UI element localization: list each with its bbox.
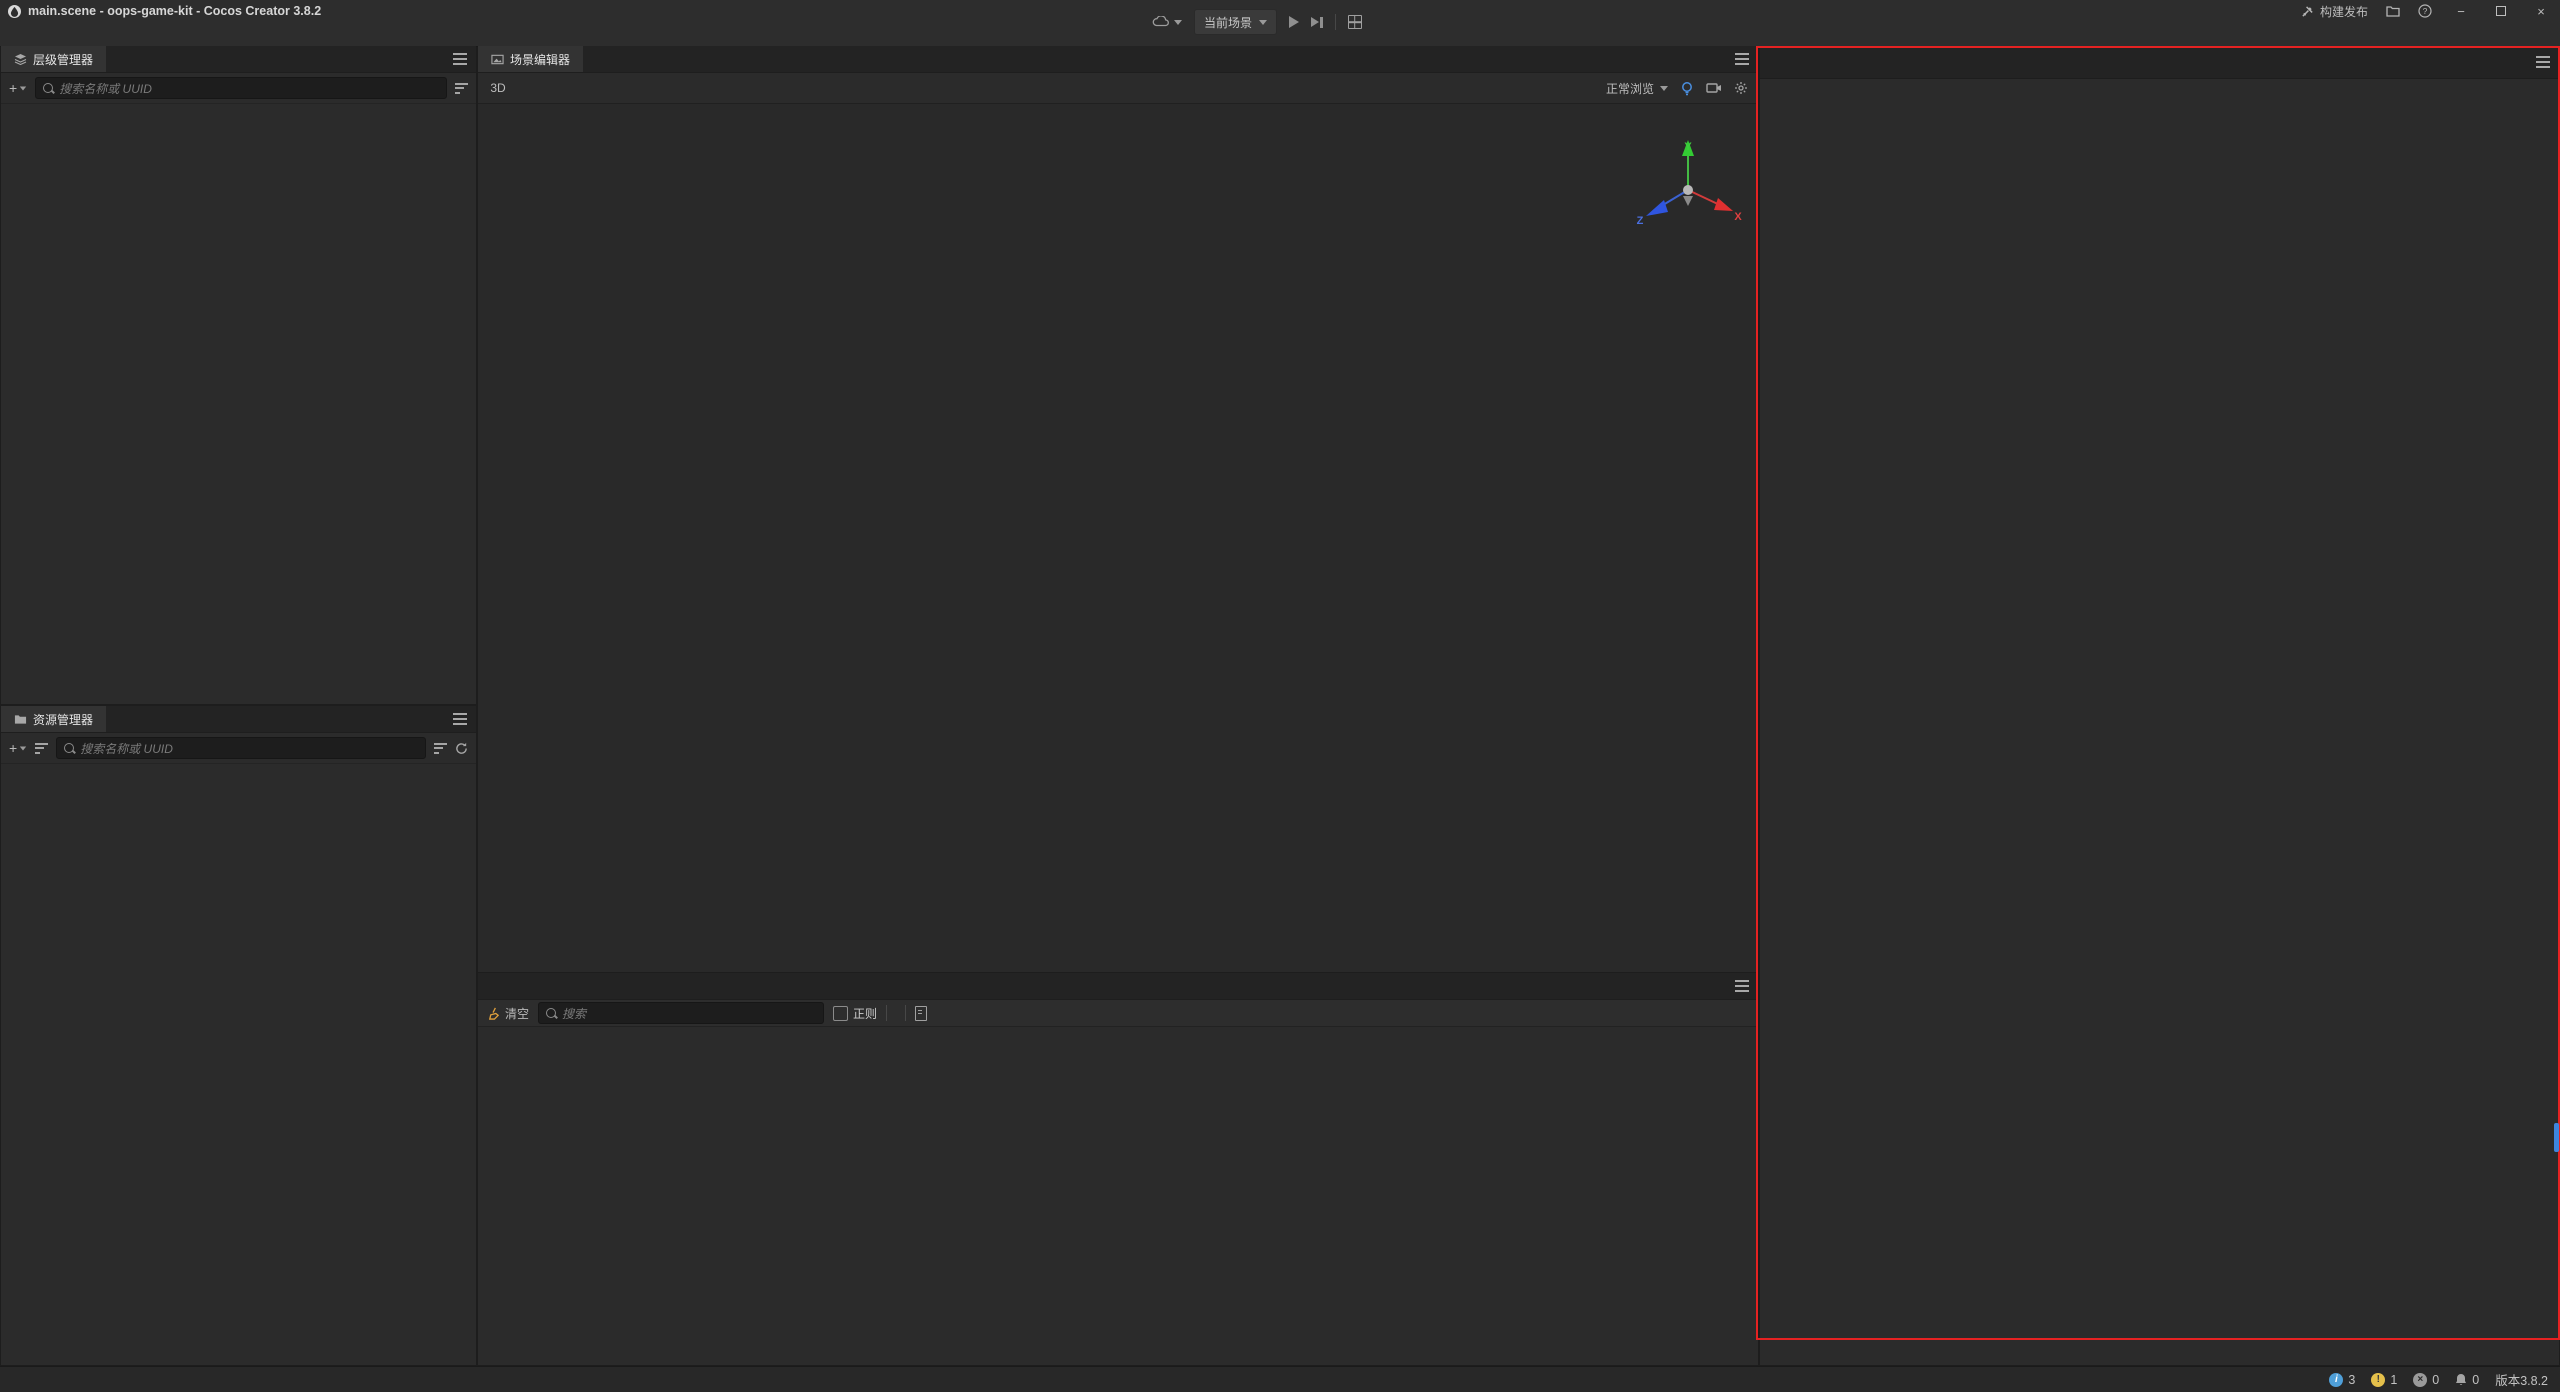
scrollbar-thumb[interactable] <box>2554 1123 2559 1152</box>
log-detail-icon[interactable] <box>915 1006 927 1021</box>
assets-search-input[interactable]: 搜索名称或 UUID <box>56 737 426 759</box>
browser-preview-icon <box>1152 16 1169 28</box>
help-icon[interactable]: ? <box>2418 4 2432 18</box>
assets-sort-icon[interactable] <box>35 743 48 754</box>
status-warning-count[interactable]: !1 <box>2371 1373 2397 1387</box>
camera-icon[interactable] <box>1706 82 1722 94</box>
hierarchy-menu-icon[interactable] <box>453 53 467 65</box>
cocos-logo-icon <box>8 5 21 18</box>
bell-icon <box>2455 1373 2467 1386</box>
tab-hierarchy[interactable]: 层级管理器 <box>1 46 106 72</box>
axis-gizmo[interactable]: Y X Z <box>1632 132 1744 230</box>
scene-icon <box>491 54 504 65</box>
warning-icon: ! <box>2371 1373 2385 1387</box>
gear-icon[interactable] <box>1734 81 1748 95</box>
tab-assets[interactable]: 资源管理器 <box>1 706 106 732</box>
view-mode-dropdown[interactable]: 正常浏览 <box>1606 80 1668 97</box>
scene-toolbar: 3D 正常浏览 <box>478 73 1758 104</box>
assets-tree <box>1 764 476 770</box>
axis-x-label: X <box>1734 211 1742 223</box>
add-asset-button[interactable]: + <box>9 740 27 756</box>
console-search-input[interactable]: 搜索 <box>538 1002 824 1024</box>
3d-mode-button[interactable]: 3D <box>486 77 510 99</box>
build-icon <box>2301 5 2314 18</box>
scene-viewport[interactable]: Y X Z <box>478 104 1758 972</box>
console-menu-icon[interactable] <box>1735 980 1749 992</box>
open-project-folder-icon[interactable] <box>2386 6 2400 17</box>
info-icon: i <box>2329 1373 2343 1387</box>
search-icon <box>546 1008 556 1018</box>
framework-config-panel <box>1760 46 2559 1365</box>
step-button[interactable] <box>1311 17 1323 28</box>
assets-filter-icon[interactable] <box>434 743 447 754</box>
axis-y-label: Y <box>1684 141 1692 153</box>
refresh-icon[interactable] <box>455 742 468 755</box>
search-icon <box>43 83 53 93</box>
tab-scene-editor[interactable]: 场景编辑器 <box>478 46 583 72</box>
maximize-button[interactable] <box>2490 4 2512 19</box>
current-scene-dropdown[interactable]: 当前场景 <box>1194 9 1277 35</box>
clear-console-button[interactable]: 清空 <box>487 1005 529 1022</box>
status-error-count[interactable]: ×0 <box>2413 1373 2439 1387</box>
hierarchy-search-input[interactable]: 搜索名称或 UUID <box>35 77 447 99</box>
folder-icon <box>14 714 27 725</box>
scene-menu-icon[interactable] <box>1735 53 1749 65</box>
hierarchy-tree <box>1 104 476 110</box>
version-label: 版本3.8.2 <box>2495 1370 2548 1389</box>
search-icon <box>64 743 74 753</box>
statusbar: i3 !1 ×0 0 版本3.8.2 <box>0 1366 2560 1392</box>
add-node-button[interactable]: + <box>9 80 27 96</box>
layout-grid-icon[interactable] <box>1348 15 1362 29</box>
error-icon: × <box>2413 1373 2427 1387</box>
cocos-creator-window: main.scene - oops-game-kit - Cocos Creat… <box>0 0 2560 1392</box>
svg-text:?: ? <box>2423 6 2428 16</box>
console-panel: 清空 搜索 正则 <box>478 973 1758 1365</box>
assets-panel: 资源管理器 + 搜索名称或 UUID <box>1 706 476 1365</box>
preview-toolbar: 当前场景 <box>1152 7 1362 37</box>
hierarchy-filter-icon[interactable] <box>455 83 468 94</box>
console-toolbar: 清空 搜索 正则 <box>478 1000 1758 1027</box>
preview-device-dropdown[interactable] <box>1152 16 1182 28</box>
layers-icon <box>14 53 27 65</box>
play-button[interactable] <box>1289 16 1299 28</box>
console-log-list <box>478 1027 1758 1365</box>
broom-icon <box>487 1007 500 1020</box>
window-title: main.scene - oops-game-kit - Cocos Creat… <box>28 4 321 18</box>
build-publish-button[interactable]: 构建发布 <box>2301 3 2368 20</box>
minimize-button[interactable]: − <box>2450 4 2472 19</box>
assets-menu-icon[interactable] <box>453 713 467 725</box>
regex-checkbox[interactable]: 正则 <box>833 1005 877 1022</box>
status-notifications[interactable]: 0 <box>2455 1373 2479 1387</box>
hierarchy-panel: 层级管理器 + 搜索名称或 UUID <box>1 46 476 704</box>
scene-panel: 场景编辑器 3D 正常浏览 <box>478 46 1758 971</box>
close-button[interactable]: × <box>2530 4 2552 19</box>
axis-z-label: Z <box>1637 215 1644 227</box>
inspector-menu-icon[interactable] <box>2536 56 2550 68</box>
light-icon[interactable] <box>1680 81 1694 96</box>
status-info-count[interactable]: i3 <box>2329 1373 2355 1387</box>
